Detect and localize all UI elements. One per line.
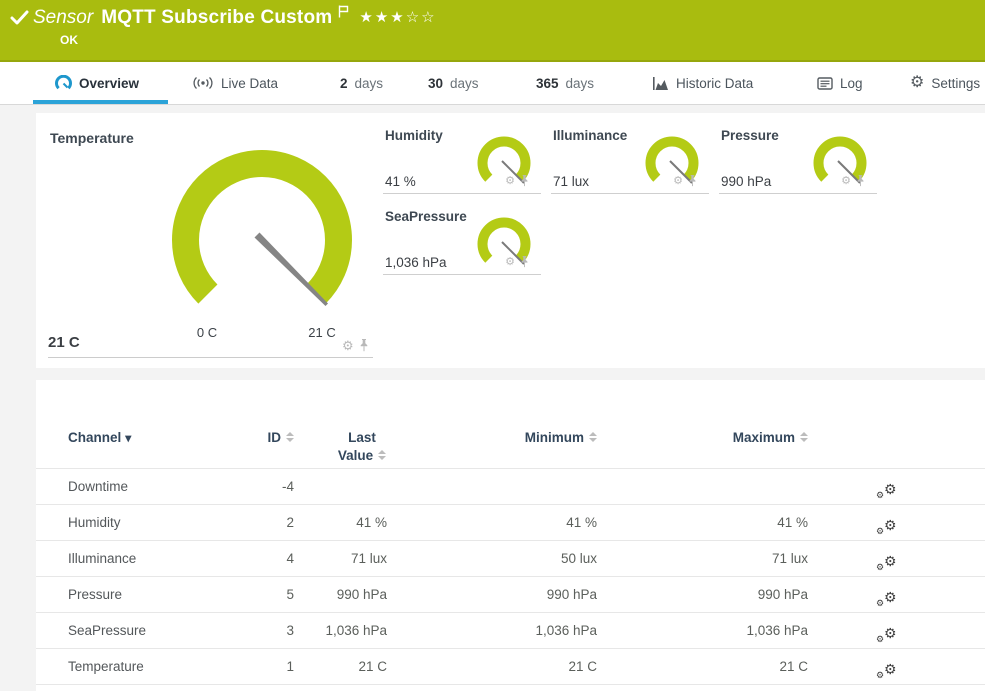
log-icon [817, 77, 833, 90]
sort-caret-down-icon: ▾ [125, 431, 131, 445]
gear-icon[interactable]: ⚙ [505, 257, 515, 268]
tab-30-days[interactable]: 30 days [428, 62, 479, 104]
prtg-sensor-page: Sensor MQTT Subscribe Custom ★★★☆☆ OK Ov… [0, 0, 985, 691]
gauge-card-title: Temperature [50, 130, 134, 146]
tab-live-data[interactable]: Live Data [192, 62, 278, 104]
card-actions: ⚙ [342, 339, 369, 352]
channel-settings-gears-icon[interactable]: ⚙⚙ [876, 587, 902, 613]
status-ok-check-icon [10, 10, 29, 26]
tab-2-days[interactable]: 2 days [340, 62, 383, 104]
gauge-icon [55, 75, 72, 91]
pin-icon[interactable] [359, 339, 369, 352]
tab-overview[interactable]: Overview [55, 62, 139, 104]
tab-settings[interactable]: ⚙ Settings [910, 62, 980, 104]
sort-icon [589, 432, 597, 442]
tab-365-days[interactable]: 365 days [536, 62, 594, 104]
gauge-scale-max: 21 C [300, 325, 344, 340]
table-row-temperature: Temperature 1 21 C 21 C 21 C ⚙⚙ [36, 648, 985, 684]
tab-log[interactable]: Log [817, 62, 863, 104]
area-chart-icon [652, 76, 669, 91]
gauge-scale-min: 0 C [185, 325, 229, 340]
channel-settings-gears-icon[interactable]: ⚙⚙ [876, 623, 902, 649]
card-actions: ⚙ [505, 256, 529, 268]
pressure-gauge-card: Pressure 990 hPa ⚙ [719, 128, 877, 194]
priority-flag-icon[interactable] [338, 5, 349, 18]
temperature-gauge [162, 140, 362, 340]
star-rating[interactable]: ★★★☆☆ [359, 8, 436, 26]
table-bottom-divider [36, 684, 985, 685]
table-row-illuminance: Illuminance 4 71 lux 50 lux 71 lux ⚙⚙ [36, 540, 985, 576]
column-header-maximum[interactable]: Maximum [597, 430, 808, 445]
card-divider [48, 357, 373, 358]
pin-icon[interactable] [520, 256, 529, 268]
tab-historic-data[interactable]: Historic Data [652, 62, 753, 104]
channel-rows: Downtime -4 ⚙⚙ Humidity 2 41 % 41 % 41 %… [36, 468, 985, 685]
sensor-title-row: Sensor MQTT Subscribe Custom ★★★☆☆ [33, 5, 437, 30]
channel-settings-gears-icon[interactable]: ⚙⚙ [876, 479, 902, 505]
pin-icon[interactable] [856, 175, 865, 187]
gauge-current-value: 1,036 hPa [385, 255, 447, 270]
card-actions: ⚙ [841, 175, 865, 187]
active-tab-underline [33, 100, 168, 104]
gauge-current-value: 990 hPa [721, 174, 771, 189]
column-header-channel[interactable]: Channel▾ [68, 430, 131, 445]
illuminance-gauge-card: Illuminance 71 lux ⚙ [551, 128, 709, 194]
column-header-id[interactable]: ID [216, 430, 294, 445]
column-header-minimum[interactable]: Minimum [387, 430, 597, 445]
card-actions: ⚙ [505, 175, 529, 187]
gear-icon[interactable]: ⚙ [505, 176, 515, 187]
sensor-title: MQTT Subscribe Custom [101, 7, 332, 29]
gauge-current-value: 21 C [48, 334, 80, 351]
gear-icon[interactable]: ⚙ [841, 176, 851, 187]
object-type-label: Sensor [33, 7, 93, 29]
status-badge: OK [60, 33, 78, 47]
table-row-humidity: Humidity 2 41 % 41 % 41 % ⚙⚙ [36, 504, 985, 540]
gauge-card-title: Illuminance [553, 128, 627, 143]
channel-settings-gears-icon[interactable]: ⚙⚙ [876, 551, 902, 577]
gauge-card-title: Pressure [721, 128, 779, 143]
broadcast-icon [192, 76, 214, 90]
gear-icon[interactable]: ⚙ [673, 176, 683, 187]
card-actions: ⚙ [673, 175, 697, 187]
sort-icon [378, 450, 386, 460]
gauges-panel: Temperature 0 C 21 C 21 C ⚙ Humidity [36, 113, 985, 368]
channel-settings-gears-icon[interactable]: ⚙⚙ [876, 515, 902, 541]
gauge-card-title: Humidity [385, 128, 443, 143]
table-row-pressure: Pressure 5 990 hPa 990 hPa 990 hPa ⚙⚙ [36, 576, 985, 612]
humidity-gauge-card: Humidity 41 % ⚙ [383, 128, 541, 194]
gauge-card-title: SeaPressure [385, 209, 467, 224]
channels-table-panel: Channel▾ ID Last Value Minimum Maximum D… [36, 380, 985, 691]
gauge-current-value: 41 % [385, 174, 416, 189]
gear-icon[interactable]: ⚙ [342, 339, 354, 352]
gear-icon: ⚙ [910, 75, 924, 91]
table-row-seapressure: SeaPressure 3 1,036 hPa 1,036 hPa 1,036 … [36, 612, 985, 648]
seapressure-gauge-card: SeaPressure 1,036 hPa ⚙ [383, 209, 541, 275]
pin-icon[interactable] [520, 175, 529, 187]
tab-bar: Overview Live Data 2 days 30 days 365 da… [0, 62, 985, 105]
sort-icon [800, 432, 808, 442]
sort-icon [286, 432, 294, 442]
table-row-downtime: Downtime -4 ⚙⚙ [36, 468, 985, 504]
sensor-status-header: Sensor MQTT Subscribe Custom ★★★☆☆ OK [0, 0, 985, 62]
channel-settings-gears-icon[interactable]: ⚙⚙ [876, 659, 902, 685]
gauge-current-value: 71 lux [553, 174, 589, 189]
pin-icon[interactable] [688, 175, 697, 187]
